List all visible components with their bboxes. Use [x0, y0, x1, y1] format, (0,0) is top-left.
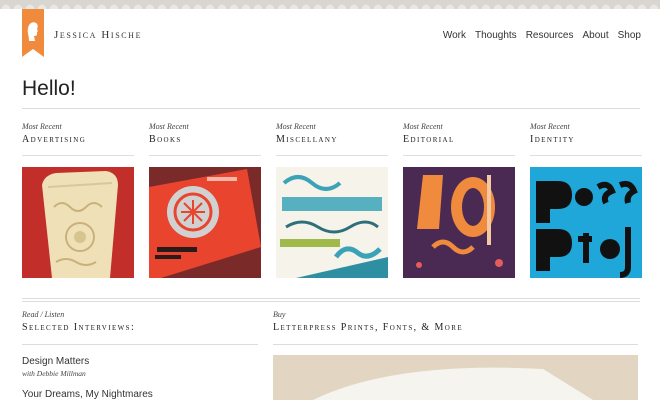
nav-about[interactable]: About [583, 30, 609, 41]
divider [22, 301, 640, 302]
lettering-cards-image [276, 167, 388, 278]
thumb-editorial[interactable] [403, 167, 515, 278]
category-kicker: Most Recent [22, 122, 62, 131]
thumb-miscellany[interactable] [276, 167, 388, 278]
category-books: Most Recent Books [149, 122, 261, 156]
divider [22, 108, 640, 109]
header-pattern-strip [0, 0, 660, 9]
category-kicker: Most Recent [276, 122, 316, 131]
logo-ribbon-icon[interactable] [22, 9, 44, 57]
site-title[interactable]: Jessica Hische [54, 29, 142, 41]
nav-thoughts[interactable]: Thoughts [475, 30, 517, 41]
divider [273, 344, 638, 345]
book-cover-image [149, 167, 261, 278]
category-advertising: Most Recent Advertising [22, 122, 134, 156]
category-label[interactable]: Books [149, 134, 261, 145]
category-identity: Most Recent Identity [530, 122, 642, 156]
category-label[interactable]: Editorial [403, 134, 515, 145]
page-greeting: Hello! [22, 77, 76, 100]
interview-link-design-matters[interactable]: Design Matters [22, 356, 89, 367]
interviews-kicker: Read / Listen [22, 310, 65, 319]
category-label[interactable]: Advertising [22, 134, 134, 145]
thumb-books[interactable] [149, 167, 261, 278]
category-kicker: Most Recent [149, 122, 189, 131]
divider [403, 155, 515, 156]
divider [22, 155, 134, 156]
divider [22, 298, 640, 299]
category-miscellany: Most Recent Miscellany [276, 122, 388, 156]
category-editorial: Most Recent Editorial [403, 122, 515, 156]
forty-eats-image [403, 167, 515, 278]
letterpress-print-image[interactable] [273, 355, 638, 400]
nav-shop[interactable]: Shop [618, 30, 641, 41]
passion-projects-image [530, 167, 642, 278]
interview-subtitle: with Debbie Millman [22, 369, 86, 378]
nav-resources[interactable]: Resources [526, 30, 574, 41]
thumb-advertising[interactable] [22, 167, 134, 278]
thumb-identity[interactable] [530, 167, 642, 278]
paper-sheet-image [273, 355, 638, 400]
shop-kicker: Buy [273, 310, 286, 319]
shop-title[interactable]: Letterpress Prints, Fonts, & More [273, 322, 463, 333]
category-kicker: Most Recent [403, 122, 443, 131]
nav-work[interactable]: Work [443, 30, 466, 41]
category-kicker: Most Recent [530, 122, 570, 131]
coffee-cup-lettering-image [22, 167, 134, 278]
category-label[interactable]: Identity [530, 134, 642, 145]
divider [530, 155, 642, 156]
interviews-title: Selected Interviews: [22, 322, 136, 333]
category-label[interactable]: Miscellany [276, 134, 388, 145]
divider [276, 155, 388, 156]
divider [22, 344, 258, 345]
interview-link-your-dreams[interactable]: Your Dreams, My Nightmares [22, 389, 153, 400]
divider [149, 155, 261, 156]
main-nav: Work Thoughts Resources About Shop [443, 30, 641, 41]
